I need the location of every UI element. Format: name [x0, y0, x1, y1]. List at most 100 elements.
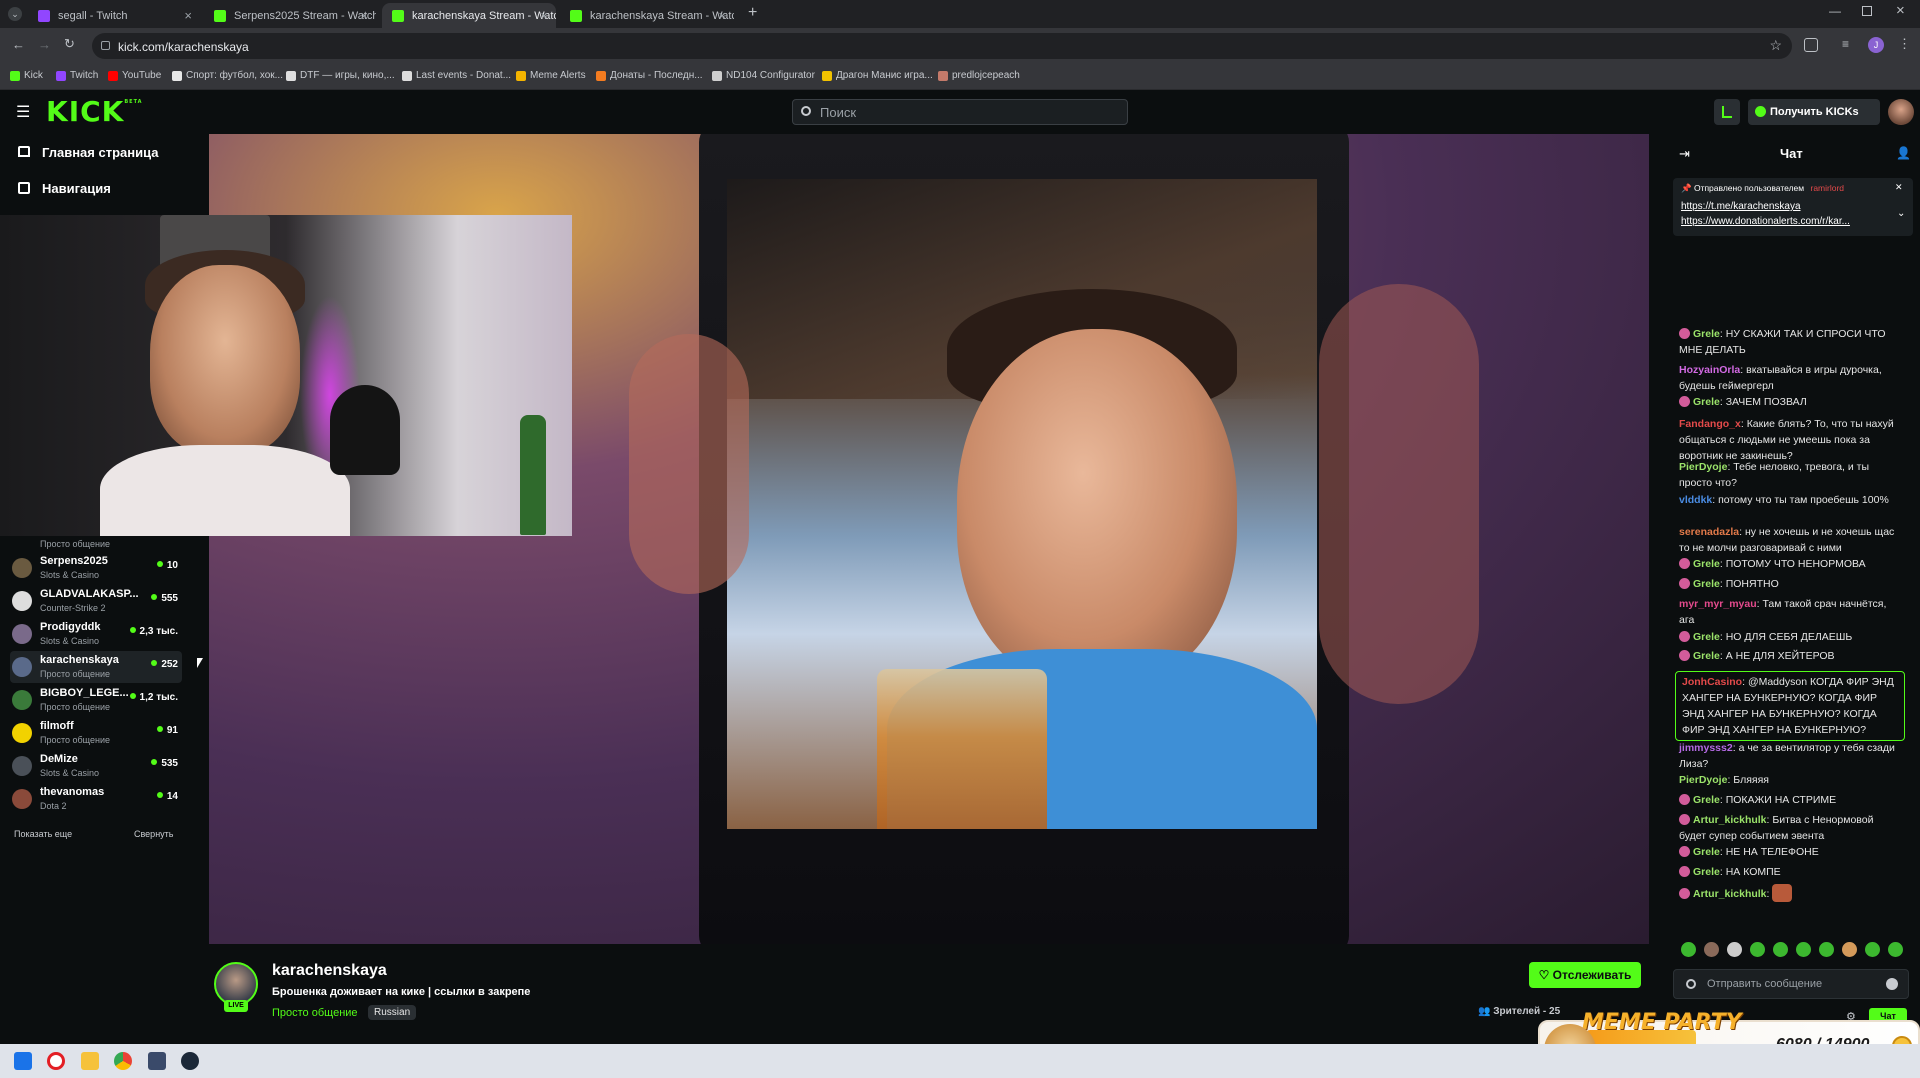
bookmark-last-events[interactable]: Last events - Donat...	[402, 70, 511, 81]
user-avatar[interactable]	[1888, 99, 1914, 125]
chat-username[interactable]: vlddkk	[1679, 494, 1712, 506]
calculator-icon[interactable]	[148, 1052, 166, 1070]
chrome-icon[interactable]	[114, 1052, 132, 1070]
extensions-icon[interactable]	[1804, 38, 1818, 52]
pinned-link[interactable]: https://www.donationalerts.com/r/kar...	[1681, 216, 1906, 227]
collapse-chat-icon[interactable]: ⇥	[1679, 146, 1690, 162]
steam-icon[interactable]	[181, 1052, 199, 1070]
close-tab-icon[interactable]: ×	[360, 8, 368, 23]
chat-input[interactable]: Отправить сообщение	[1673, 969, 1909, 999]
get-kicks-button[interactable]: Получить KICKs	[1748, 99, 1880, 125]
bookmark-nd104[interactable]: ND104 Configurator	[712, 70, 815, 81]
kick-logo[interactable]: KICKBETA	[46, 95, 143, 128]
chat-username[interactable]: Fandango_x	[1679, 418, 1741, 430]
yandex-browser-icon[interactable]	[47, 1052, 65, 1070]
media-icon[interactable]: ≡	[1842, 37, 1849, 51]
chat-username[interactable]: PierDyoje	[1679, 774, 1727, 786]
chat-username[interactable]: serenadazla	[1679, 526, 1739, 538]
browser-tab-active[interactable]: karachenskaya Stream - Watch ×	[382, 3, 556, 28]
chat-users-icon[interactable]: 👤	[1896, 146, 1911, 160]
chat-username[interactable]: Grele	[1693, 558, 1720, 570]
browser-menu-icon[interactable]: ⋮	[1898, 36, 1911, 52]
unpin-icon[interactable]: ✕	[1895, 182, 1903, 193]
sidebar-channel[interactable]: filmoff Просто общение 91	[10, 717, 182, 749]
sidebar-channel[interactable]: BIGBOY_LEGE... Просто общение 1,2 тыс.	[10, 684, 182, 716]
emote-icon[interactable]	[1796, 942, 1811, 957]
bookmark-youtube[interactable]: YouTube	[108, 70, 161, 81]
chat-username[interactable]: myr_myr_myau	[1679, 598, 1757, 610]
chat-username[interactable]: Grele	[1693, 846, 1720, 858]
bookmark-dtf[interactable]: DTF — игры, кино,...	[286, 70, 395, 81]
sidebar-channel[interactable]: thevanomas Dota 2 14	[10, 783, 182, 815]
sidebar-channel-selected[interactable]: karachenskaya Просто общение 252	[10, 651, 182, 683]
profile-avatar[interactable]: J	[1868, 37, 1884, 53]
sidebar-channel[interactable]: Serpens2025 Slots & Casino 10	[10, 552, 182, 584]
bookmark-sport[interactable]: Спорт: футбол, хок...	[172, 70, 283, 81]
bookmark-meme-alerts[interactable]: Meme Alerts	[516, 70, 586, 81]
emoji-picker-icon[interactable]	[1886, 978, 1898, 990]
minimize-icon[interactable]: —	[1829, 4, 1841, 18]
close-tab-icon[interactable]: ×	[540, 8, 548, 23]
maximize-icon[interactable]	[1862, 6, 1872, 16]
reload-icon[interactable]: ↻	[64, 36, 75, 52]
stats-icon[interactable]	[1714, 99, 1740, 125]
close-window-icon[interactable]: ×	[1896, 2, 1905, 19]
bookmark-twitch[interactable]: Twitch	[56, 70, 98, 81]
emote-icon[interactable]	[1842, 942, 1857, 957]
bookmark-dragon[interactable]: Драгон Манис игра...	[822, 70, 933, 81]
emote-icon[interactable]	[1773, 942, 1788, 957]
emote-icon[interactable]	[1704, 942, 1719, 957]
sidebar-channel[interactable]: Prodigyddk Slots & Casino 2,3 тыс.	[10, 618, 182, 650]
browser-tab[interactable]: segall - Twitch ×	[28, 3, 200, 28]
language-tag[interactable]: Russian	[368, 1005, 417, 1020]
new-tab-icon[interactable]: +	[748, 4, 757, 22]
stream-category-link[interactable]: Просто общение	[272, 1007, 358, 1019]
chat-username[interactable]: Grele	[1693, 794, 1720, 806]
bookmark-predloj[interactable]: predlojcepeach	[938, 70, 1020, 81]
bookmark-kick[interactable]: Kick	[10, 70, 43, 81]
chat-username[interactable]: Grele	[1693, 578, 1720, 590]
file-explorer-icon[interactable]	[81, 1052, 99, 1070]
emote-icon[interactable]	[1727, 942, 1742, 957]
emote-icon[interactable]	[1681, 942, 1696, 957]
hamburger-menu-icon[interactable]: ☰	[16, 102, 30, 122]
sidebar-item-home[interactable]: Главная страница	[18, 145, 158, 160]
bookmark-donaty[interactable]: Донаты - Последн...	[596, 70, 703, 81]
tab-list-icon[interactable]: ⌄	[8, 7, 22, 21]
browser-tab[interactable]: Serpens2025 Stream - Watch L ×	[204, 3, 376, 28]
url-field[interactable]: kick.com/karachenskaya ☆	[92, 33, 1792, 59]
chat-username[interactable]: HozyainOrla	[1679, 364, 1740, 376]
close-tab-icon[interactable]: ×	[184, 8, 192, 23]
chat-username[interactable]: jimmysss2	[1679, 742, 1733, 754]
pinned-link[interactable]: https://t.me/karachenskaya	[1681, 201, 1906, 212]
browser-tab[interactable]: karachenskaya Stream - Watch ×	[560, 3, 734, 28]
follow-button[interactable]: ♡ Отслеживать	[1529, 962, 1641, 988]
back-icon[interactable]: ←	[12, 37, 25, 52]
expand-pinned-icon[interactable]: ⌄	[1897, 208, 1905, 219]
sidebar-channel[interactable]: GLADVALAKASP... Counter-Strike 2 555	[10, 585, 182, 617]
forward-icon[interactable]: →	[38, 37, 51, 52]
emote-icon[interactable]	[1888, 942, 1903, 957]
emote-icon[interactable]	[1865, 942, 1880, 957]
sidebar-channel[interactable]: DeMize Slots & Casino 535	[10, 750, 182, 782]
chat-username[interactable]: Artur_kickhulk	[1693, 814, 1767, 826]
chat-username[interactable]: JonhCasino	[1682, 676, 1742, 688]
sidebar-item-navigation[interactable]: Навигация	[18, 181, 111, 196]
emote-icon[interactable]	[1819, 942, 1834, 957]
channel-name[interactable]: karachenskaya	[272, 962, 387, 980]
chat-username[interactable]: Artur_kickhulk	[1693, 888, 1767, 900]
chat-username[interactable]: Grele	[1693, 650, 1720, 662]
chat-username[interactable]: Grele	[1693, 866, 1720, 878]
chat-username[interactable]: Grele	[1693, 328, 1720, 340]
chat-username[interactable]: PierDyoje	[1679, 461, 1727, 473]
emote-icon[interactable]	[1750, 942, 1765, 957]
show-more-link[interactable]: Показать еще	[14, 829, 72, 839]
bookmark-star-icon[interactable]: ☆	[1769, 37, 1782, 54]
search-input[interactable]: Поиск	[792, 99, 1128, 125]
close-tab-icon[interactable]: ×	[718, 8, 726, 23]
chat-username[interactable]: Grele	[1693, 631, 1720, 643]
collapse-link[interactable]: Свернуть	[134, 829, 173, 839]
site-info-icon[interactable]	[101, 41, 110, 50]
windows-start-icon[interactable]	[14, 1052, 32, 1070]
chat-username[interactable]: Grele	[1693, 396, 1720, 408]
